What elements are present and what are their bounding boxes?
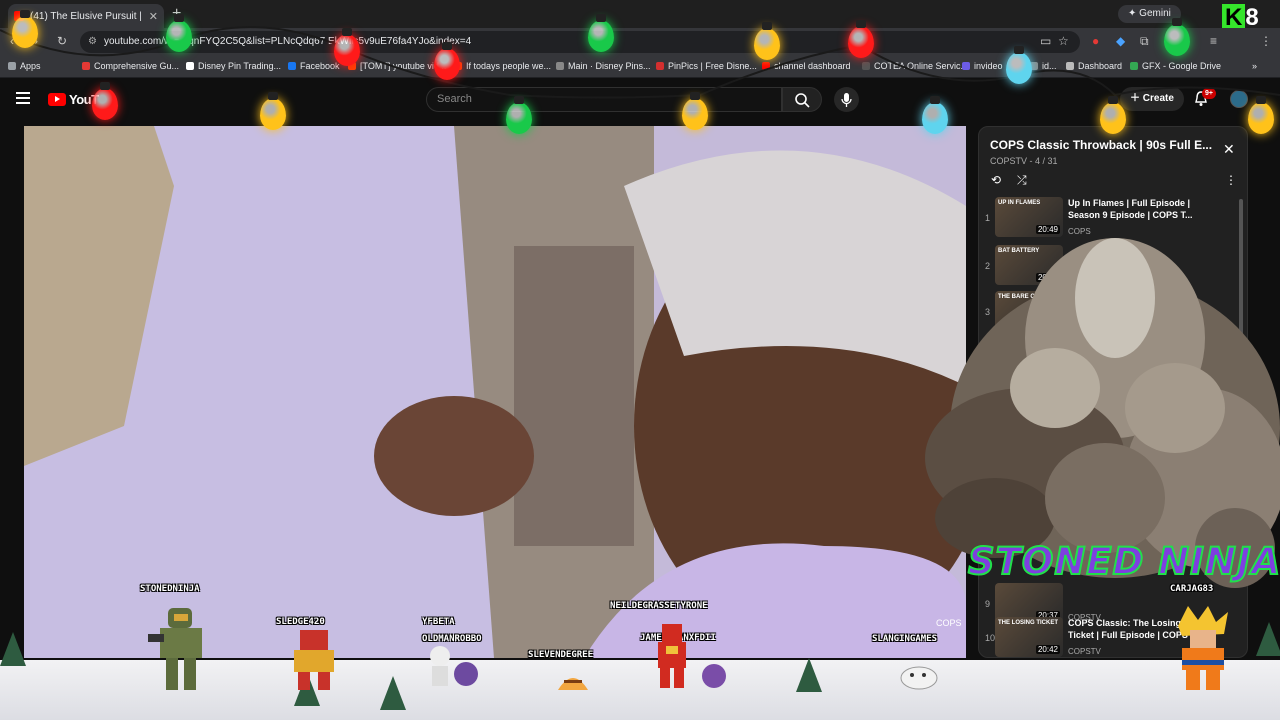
chat-username-label: CARJAG83 (1170, 584, 1214, 594)
christmas-bulb-icon (434, 42, 460, 80)
pine-tree-icon (796, 658, 822, 692)
christmas-bulb-icon (1006, 46, 1032, 84)
pine-tree-icon (1256, 622, 1280, 656)
christmas-bulb-icon (682, 92, 708, 130)
chat-username-label: NEILDEGRASSETYRONE (610, 601, 708, 611)
stoned-ninja-brand-text: STONED NINJA (967, 539, 1280, 584)
thumbnail-text: THE LOSING TICKET (998, 620, 1058, 626)
christmas-bulb-icon (588, 14, 614, 52)
christmas-bulb-icon (922, 96, 948, 134)
christmas-bulb-icon (166, 14, 192, 52)
master-chief-sprite (148, 608, 202, 690)
orange-blob-sprite (558, 678, 588, 690)
playlist-item-channel: COPSTV (1068, 647, 1101, 656)
chat-username-label: SLEDGE420 (276, 617, 325, 627)
video-watermark: COPS (936, 618, 962, 628)
playlist-meta: COPSTV - 4 / 31 (990, 156, 1058, 166)
ironman-sprite (658, 624, 726, 688)
christmas-bulb-icon (506, 96, 532, 134)
christmas-bulb-icon (754, 22, 780, 60)
chat-username-label: OLDMANROBBO (422, 634, 482, 644)
loop-icon[interactable]: ⟲ (991, 173, 1001, 187)
playlist-more-icon[interactable]: ⋮ (1225, 173, 1237, 187)
playlist-title[interactable]: COPS Classic Throwback | 90s Full E... (990, 138, 1216, 152)
pine-tree-icon (380, 676, 406, 710)
christmas-bulb-icon (848, 20, 874, 58)
skeleton-sprite (430, 646, 478, 686)
playlist-item-thumbnail[interactable]: THE LOSING TICKET 20:42 (995, 617, 1063, 657)
playlist-item-index: 10 (985, 633, 996, 643)
chat-username-label: SLANGINGAMES (872, 634, 938, 644)
goku-sprite (1178, 606, 1228, 690)
christmas-bulb-icon (92, 82, 118, 120)
chat-username-label: STONEDNINJA (140, 584, 200, 594)
christmas-bulb-icon (1164, 18, 1190, 56)
white-cat-sprite (900, 666, 938, 690)
string-lights-wire (0, 26, 1280, 99)
chat-username-label: SLEVENDEGREE (528, 650, 594, 660)
video-player[interactable]: COPS (24, 126, 966, 658)
red-robot-sprite (294, 630, 334, 690)
playlist-close-icon[interactable]: ✕ (1223, 141, 1235, 158)
christmas-bulb-icon (12, 10, 38, 48)
christmas-bulb-icon (1100, 96, 1126, 134)
thumbnail-text: UP IN FLAMES (998, 200, 1041, 206)
christmas-bulb-icon (334, 28, 360, 66)
shuffle-icon[interactable]: ⤮ (1017, 173, 1027, 188)
christmas-bulb-icon (1248, 96, 1274, 134)
playlist-item-index: 9 (985, 599, 991, 609)
christmas-bulb-icon (260, 92, 286, 130)
duration-badge: 20:42 (1035, 645, 1060, 654)
pine-tree-icon (0, 632, 26, 666)
chat-username-label: YFBETA (422, 617, 455, 627)
video-frame: COPS (24, 126, 966, 658)
